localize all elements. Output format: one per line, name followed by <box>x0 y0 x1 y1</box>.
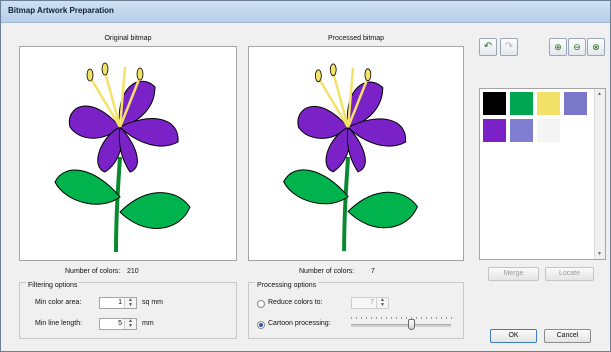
color-swatch[interactable] <box>510 119 533 142</box>
original-bitmap-view[interactable] <box>19 46 237 261</box>
slider-tick <box>386 317 387 319</box>
min-line-length-unit: mm <box>142 320 154 327</box>
min-color-area-label: Min color area: <box>35 299 82 306</box>
min-line-length-spinner[interactable]: 5 ▲ ▼ <box>99 318 137 330</box>
reduce-colors-spinner[interactable]: 7 ▲ ▼ <box>351 297 389 309</box>
spinner-arrows-icon[interactable]: ▲ ▼ <box>124 319 136 329</box>
spinner-arrows-icon[interactable]: ▲ ▼ <box>376 298 388 308</box>
cartoon-processing-radio[interactable] <box>257 321 265 329</box>
color-swatch[interactable] <box>510 92 533 115</box>
color-swatch[interactable] <box>564 92 587 115</box>
window-title: Bitmap Artwork Preparation <box>8 6 114 15</box>
zoom-fit-icon[interactable]: ⊗ <box>587 38 605 56</box>
color-swatch[interactable] <box>537 119 560 142</box>
cartoon-slider-thumb[interactable] <box>408 319 415 330</box>
redo-icon: ↷ <box>500 38 518 56</box>
slider-tick <box>431 317 432 319</box>
undo-icon[interactable]: ↶ <box>479 38 497 56</box>
color-swatch[interactable] <box>537 92 560 115</box>
slider-tick <box>371 317 372 319</box>
flower-image-processed <box>281 61 420 254</box>
slider-tick <box>436 317 437 319</box>
slider-tick <box>451 317 452 319</box>
slider-tick <box>356 317 357 319</box>
scroll-up-icon[interactable]: ▲ <box>597 91 602 97</box>
scroll-down-icon[interactable]: ▼ <box>597 251 602 257</box>
processed-bitmap-view[interactable] <box>248 46 464 261</box>
dialog-window: Bitmap Artwork Preparation Original bitm… <box>0 0 611 352</box>
processing-options-title: Processing options <box>255 282 319 289</box>
slider-tick <box>401 317 402 319</box>
processing-options-group: Processing options <box>248 282 464 339</box>
filtering-options-group: Filtering options <box>19 282 237 339</box>
cancel-button[interactable]: Cancel <box>544 329 591 343</box>
slider-tick <box>446 317 447 319</box>
cartoon-slider-track[interactable] <box>351 324 451 327</box>
processed-colors-label: Number of colors: <box>299 268 355 275</box>
original-colors-value: 210 <box>127 268 139 275</box>
min-color-area-value: 1 <box>118 299 122 306</box>
processed-bitmap-label: Processed bitmap <box>327 35 385 42</box>
color-palette: ▲ ▼ <box>479 88 606 260</box>
slider-tick <box>421 317 422 319</box>
merge-button[interactable]: Merge <box>488 267 539 281</box>
slider-tick <box>406 317 407 319</box>
original-colors-label: Number of colors: <box>65 268 121 275</box>
min-color-area-unit: sq mm <box>142 299 163 306</box>
slider-tick <box>416 317 417 319</box>
spinner-arrows-icon[interactable]: ▲ ▼ <box>124 298 136 308</box>
zoom-in-icon[interactable]: ⊕ <box>549 38 567 56</box>
min-color-area-spinner[interactable]: 1 ▲ ▼ <box>99 297 137 309</box>
slider-tick <box>396 317 397 319</box>
cartoon-processing-label: Cartoon processing: <box>268 320 331 327</box>
min-line-length-label: Min line length: <box>35 320 83 327</box>
color-swatch[interactable] <box>483 92 506 115</box>
slider-tick <box>361 317 362 319</box>
locate-button[interactable]: Locate <box>545 267 594 281</box>
reduce-colors-radio[interactable] <box>257 300 265 308</box>
slider-tick <box>351 317 352 319</box>
slider-tick <box>441 317 442 319</box>
color-swatch[interactable] <box>483 119 506 142</box>
reduce-colors-label: Reduce colors to: <box>268 299 323 306</box>
slider-tick <box>381 317 382 319</box>
flower-image-original <box>54 62 191 253</box>
zoom-out-icon[interactable]: ⊖ <box>568 38 586 56</box>
original-bitmap-label: Original bitmap <box>104 35 152 42</box>
slider-tick <box>426 317 427 319</box>
slider-tick <box>366 317 367 319</box>
ok-button[interactable]: OK <box>490 329 537 343</box>
palette-scrollbar[interactable]: ▲ ▼ <box>594 89 605 259</box>
slider-tick <box>391 317 392 319</box>
filtering-options-title: Filtering options <box>26 282 80 289</box>
slider-tick <box>376 317 377 319</box>
reduce-colors-value: 7 <box>370 299 374 306</box>
title-bar[interactable]: Bitmap Artwork Preparation <box>1 1 610 23</box>
processed-colors-value: 7 <box>371 268 375 275</box>
min-line-length-value: 5 <box>118 320 122 327</box>
